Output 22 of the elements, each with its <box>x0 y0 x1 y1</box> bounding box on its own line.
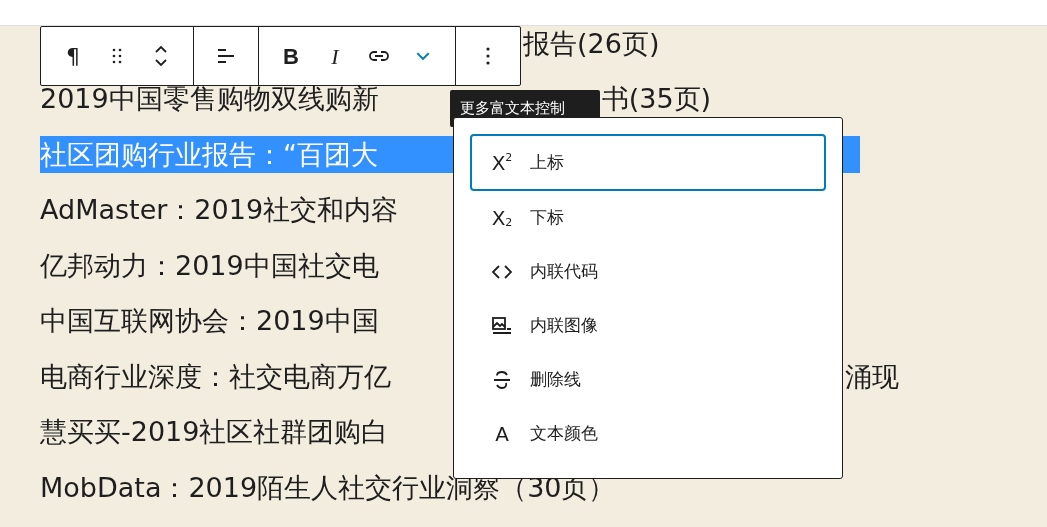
menu-item[interactable]: A 文本颜色 <box>470 407 826 461</box>
paragraph-text: 涌现 <box>845 359 899 394</box>
menu-item[interactable]: 内联代码 <box>470 245 826 299</box>
paragraph-text: 书(35页) <box>601 82 712 116</box>
menu-item[interactable]: 删除线 <box>470 353 826 407</box>
italic-button[interactable]: I <box>313 34 357 78</box>
selected-text: 社区团购行业报告：“百团大 <box>40 137 378 172</box>
color-icon: A <box>488 420 516 448</box>
bold-button[interactable]: B <box>269 34 313 78</box>
paragraph-text: 2019中国零售购物双线购新 <box>40 82 379 116</box>
menu-item[interactable]: X$^{2}$ 上标 <box>470 134 826 191</box>
more-vertical-icon <box>486 47 490 65</box>
paragraph-button[interactable]: ¶ <box>51 34 95 78</box>
superscript-icon: X$^{2}$ <box>488 148 516 177</box>
paragraph-text: 慧买买-2019社区社群团购白 <box>40 415 389 449</box>
paragraph-text: AdMaster：2019社交和内容 <box>40 193 399 227</box>
paragraph-text: 报告(26页) <box>523 26 660 61</box>
paragraph-text: 亿邦动力：2019中国社交电 <box>40 248 379 283</box>
paragraph-text: 电商行业深度：社交电商万亿 <box>40 359 391 394</box>
chevron-down-icon <box>416 52 430 60</box>
paragraph-text: 中国互联网协会：2019中国 <box>40 304 379 338</box>
menu-item[interactable]: 内联图像 <box>470 299 826 353</box>
